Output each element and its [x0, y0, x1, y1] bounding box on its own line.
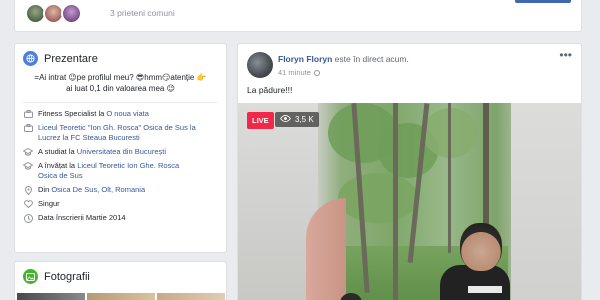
- info-prefix: Din: [38, 185, 52, 194]
- friend-action-button[interactable]: [515, 0, 571, 3]
- globe-icon: [23, 51, 38, 66]
- info-item-work: Fitness Specialist la O noua viata: [23, 109, 218, 119]
- info-text-relationship: Singur: [38, 199, 60, 208]
- video-frame-right: [511, 103, 581, 300]
- post-status: este în direct acum.: [332, 54, 409, 64]
- briefcase-icon: [23, 109, 33, 119]
- post-text: La pădure!!!: [247, 85, 293, 95]
- info-item-hometown: Din Osica De Sus, Olt, Romania: [23, 185, 218, 195]
- post-author-link[interactable]: Floryn Floryn: [278, 54, 332, 64]
- video-person: [468, 286, 502, 293]
- mutual-friends-card: 3 prieteni comuni: [14, 0, 582, 32]
- info-item-education: A învățat la Liceul Teoretic Ion Ghe. Ro…: [23, 161, 218, 181]
- graduation-cap-icon: [23, 147, 33, 157]
- photo-thumbnail[interactable]: [17, 293, 85, 300]
- photo-thumbnails: [17, 293, 225, 300]
- graduation-cap-icon: [23, 161, 33, 171]
- photos-card: Fotografii: [14, 261, 227, 300]
- intro-card: Prezentare =Ai intrat 😉pe profilul meu? …: [14, 43, 227, 253]
- photos-title[interactable]: Fotografii: [44, 271, 90, 283]
- eye-icon: [280, 114, 295, 124]
- intro-info-list: Fitness Specialist la O noua viata Liceu…: [15, 109, 226, 223]
- heart-icon: [23, 199, 33, 209]
- bio-line: ai luat 0,1 din valoarea mea 😉: [66, 84, 175, 93]
- location-pin-icon: [23, 185, 33, 195]
- info-item-work: Liceul Teoretic "Ion Gh. Rosca" Osica de…: [23, 123, 218, 143]
- intro-title: Prezentare: [44, 52, 98, 65]
- info-prefix: Fitness Specialist la: [38, 109, 107, 118]
- bio-line: =Ai intrat 😉pe profilul meu? 😎hmm😏atenți…: [34, 73, 207, 82]
- live-badge: LIVE: [247, 112, 274, 129]
- more-options-icon[interactable]: •••: [559, 48, 572, 62]
- info-item-joined: Data înscrierii Martie 2014: [23, 213, 218, 223]
- info-link[interactable]: Lucrez la FC Steaua Bucuresti: [38, 133, 140, 142]
- viewer-count-badge: 3,5 K: [275, 112, 319, 127]
- post-timestamp: 41 minute: [278, 68, 320, 77]
- live-video-player[interactable]: LIVE 3,5 K: [238, 103, 581, 300]
- info-text-joined: Data înscrierii Martie 2014: [38, 213, 126, 222]
- author-avatar[interactable]: [247, 52, 273, 78]
- mutual-friends-count[interactable]: 3 prieteni comuni: [110, 8, 175, 18]
- clock-icon: [23, 213, 33, 223]
- info-link[interactable]: Liceul Teoretic Ion Ghe. Rosca: [77, 161, 179, 170]
- info-link[interactable]: O noua viata: [106, 109, 149, 118]
- briefcase-icon: [23, 123, 33, 133]
- video-person: [460, 223, 502, 271]
- bio-text: =Ai intrat 😉pe profilul meu? 😎hmm😏atenți…: [23, 72, 218, 94]
- info-link[interactable]: Liceul Teoretic "Ion Gh. Rosca" Osica de…: [38, 123, 196, 132]
- photo-thumbnail[interactable]: [87, 293, 155, 300]
- info-item-relationship: Singur: [23, 199, 218, 209]
- post-header: Floryn Floryn este în direct acum.: [278, 54, 409, 64]
- info-item-education: A studiat la Universitatea din București: [23, 147, 218, 157]
- viewer-count: 3,5 K: [295, 115, 314, 124]
- mutual-friends-avatars[interactable]: [25, 3, 82, 24]
- divider: [23, 102, 218, 103]
- friend-avatar[interactable]: [61, 3, 82, 24]
- globe-icon: [313, 70, 320, 77]
- info-link[interactable]: Osica De Sus, Olt, Romania: [51, 185, 145, 194]
- post-time-link[interactable]: 41 minute: [278, 68, 311, 77]
- photo-thumbnail[interactable]: [157, 293, 225, 300]
- info-prefix: A studiat la: [38, 147, 77, 156]
- info-link[interactable]: Osica de Sus: [38, 171, 83, 180]
- live-post-card: Floryn Floryn este în direct acum. 41 mi…: [237, 43, 582, 300]
- photos-icon: [23, 269, 38, 284]
- info-prefix: A învățat la: [38, 161, 78, 170]
- info-link[interactable]: Universitatea din București: [77, 147, 166, 156]
